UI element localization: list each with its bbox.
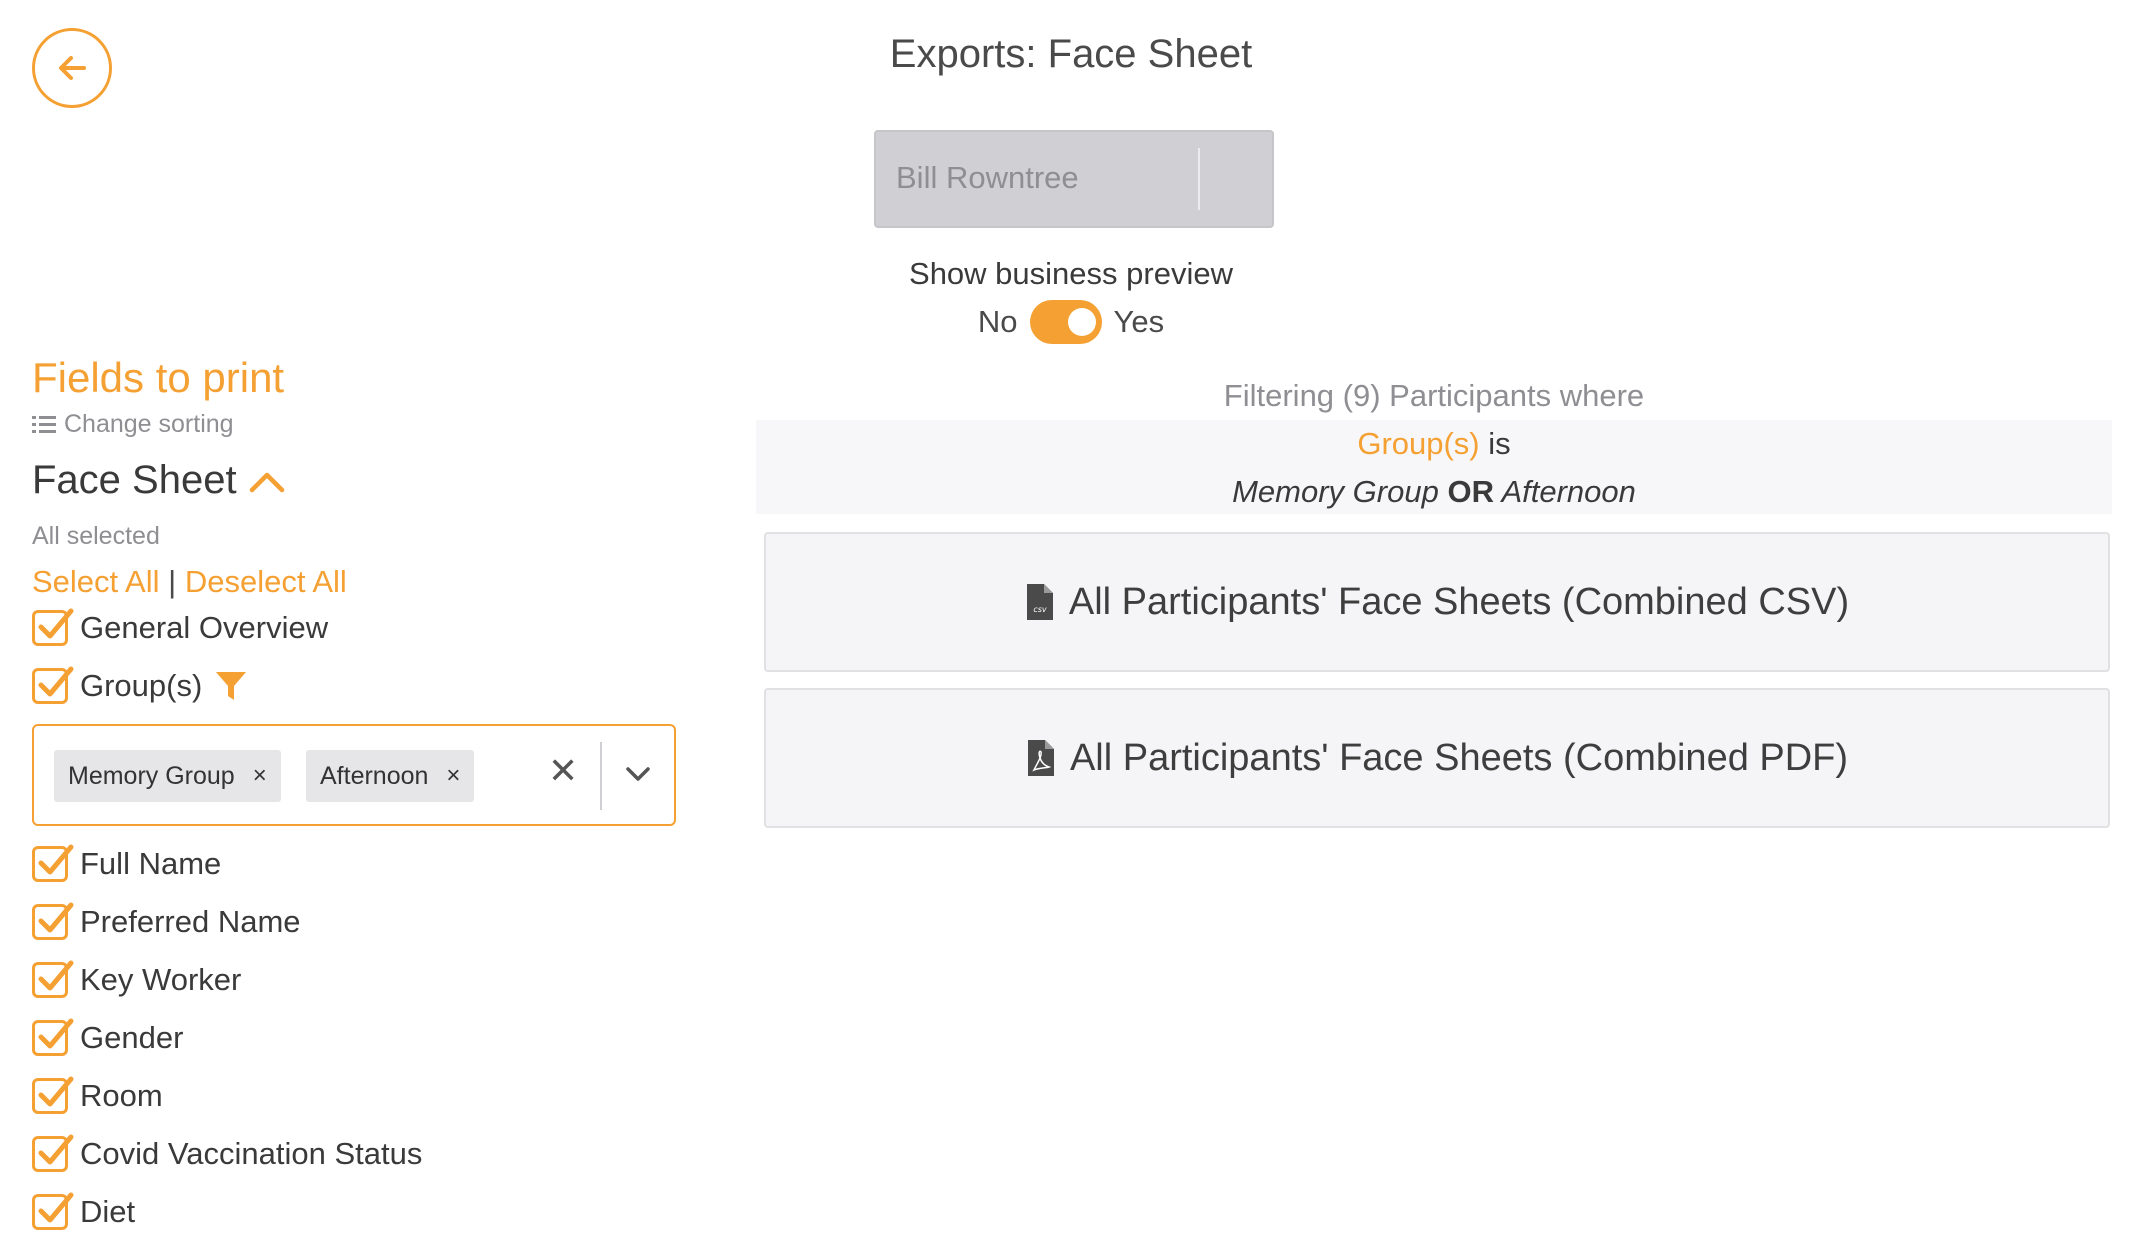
field-row-key-worker[interactable]: Key Worker <box>32 960 242 998</box>
group-chip: Memory Group × <box>54 750 281 802</box>
page-title: Exports: Face Sheet <box>889 32 1253 76</box>
business-preview-label: Show business preview <box>909 256 1233 291</box>
pdf-file-icon <box>1027 740 1054 776</box>
field-checkbox[interactable] <box>32 1076 74 1114</box>
check-icon <box>38 960 74 991</box>
filter-summary-title: Filtering (9) Participants where <box>1223 378 1645 413</box>
export-pdf-label: All Participants' Face Sheets (Combined … <box>1069 736 1849 779</box>
group-chip-label: Memory Group <box>68 761 235 790</box>
group-chip: Afternoon × <box>306 750 475 802</box>
check-icon <box>38 666 74 697</box>
filter-field: Group(s) <box>1357 426 1480 461</box>
select-links-divider: | <box>168 564 177 599</box>
field-checkbox[interactable] <box>32 844 74 882</box>
toggle-knob <box>1067 308 1096 336</box>
filter-value-b: Afternoon <box>1501 474 1636 509</box>
filter-operator: is <box>1488 426 1511 461</box>
field-checkbox[interactable] <box>32 608 74 646</box>
export-csv-label: All Participants' Face Sheets (Combined … <box>1068 580 1850 623</box>
field-checkbox[interactable] <box>32 902 74 940</box>
field-row-general-overview[interactable]: General Overview <box>32 608 329 646</box>
field-row-covid-vaccination-status[interactable]: Covid Vaccination Status <box>32 1134 423 1172</box>
chip-remove-icon[interactable]: × <box>253 762 267 790</box>
select-all-link[interactable]: Select All <box>32 564 160 599</box>
multi-select-separator <box>600 742 602 810</box>
field-row-preferred-name[interactable]: Preferred Name <box>32 902 301 940</box>
field-checkbox[interactable] <box>32 1134 74 1172</box>
filter-funnel-icon[interactable] <box>214 669 248 703</box>
svg-text:csv: csv <box>1033 605 1047 614</box>
field-row-groups[interactable]: Group(s) <box>32 666 248 704</box>
check-icon <box>38 1018 74 1049</box>
field-label: General Overview <box>80 610 329 645</box>
face-sheet-section-toggle[interactable]: Face Sheet <box>32 458 287 503</box>
field-label: Gender <box>80 1020 184 1055</box>
change-sorting-label: Change sorting <box>64 410 234 438</box>
field-row-full-name[interactable]: Full Name <box>32 844 222 882</box>
check-icon <box>38 1076 74 1107</box>
field-row-diet[interactable]: Diet <box>32 1192 136 1230</box>
check-icon <box>38 844 74 875</box>
business-preview-toggle-row: No Yes <box>0 300 2142 344</box>
check-icon <box>38 902 74 933</box>
field-label: Full Name <box>80 846 222 881</box>
change-sorting-link[interactable]: Change sorting <box>32 410 234 439</box>
select-links: Select All | Deselect All <box>32 564 347 600</box>
csv-file-icon: csv <box>1026 584 1053 620</box>
list-icon <box>32 415 56 433</box>
deselect-all-link[interactable]: Deselect All <box>185 564 347 599</box>
export-csv-button[interactable]: csv All Participants' Face Sheets (Combi… <box>764 532 2110 672</box>
participant-select-separator <box>1198 148 1200 210</box>
field-label: Group(s) <box>80 668 203 703</box>
field-label: Diet <box>80 1194 136 1229</box>
field-checkbox[interactable] <box>32 960 74 998</box>
check-icon <box>38 608 74 639</box>
toggle-yes-label: Yes <box>1113 304 1165 339</box>
check-icon <box>38 1134 74 1165</box>
filter-condition: Group(s) is <box>756 426 2112 462</box>
filter-joiner: OR <box>1447 474 1494 509</box>
filter-value-a: Memory Group <box>1232 474 1439 509</box>
field-label: Covid Vaccination Status <box>80 1136 423 1171</box>
participant-select-value: Bill Rowntree <box>896 160 1079 195</box>
group-chip-label: Afternoon <box>320 761 429 790</box>
business-preview-toggle[interactable] <box>1029 300 1102 344</box>
field-label: Room <box>80 1078 163 1113</box>
export-pdf-button[interactable]: All Participants' Face Sheets (Combined … <box>764 688 2110 828</box>
field-checkbox[interactable] <box>32 666 74 704</box>
toggle-no-label: No <box>977 304 1018 339</box>
field-row-gender[interactable]: Gender <box>32 1018 184 1056</box>
field-checkbox[interactable] <box>32 1192 74 1230</box>
field-checkbox[interactable] <box>32 1018 74 1056</box>
field-label: Preferred Name <box>80 904 301 939</box>
groups-multi-select[interactable]: Memory Group × Afternoon × ✕ <box>32 724 676 826</box>
face-sheet-section-title: Face Sheet <box>32 458 237 502</box>
filter-values: Memory Group OR Afternoon <box>756 474 2112 510</box>
fields-to-print-title: Fields to print <box>32 354 285 401</box>
selection-status: All selected <box>32 522 160 550</box>
field-row-room[interactable]: Room <box>32 1076 163 1114</box>
participant-select[interactable]: Bill Rowntree <box>874 130 1274 228</box>
chevron-down-icon[interactable] <box>620 756 656 792</box>
clear-all-icon[interactable]: ✕ <box>548 750 578 792</box>
chip-remove-icon[interactable]: × <box>446 762 460 790</box>
chevron-up-icon <box>249 472 284 492</box>
check-icon <box>38 1192 74 1223</box>
field-label: Key Worker <box>80 962 242 997</box>
